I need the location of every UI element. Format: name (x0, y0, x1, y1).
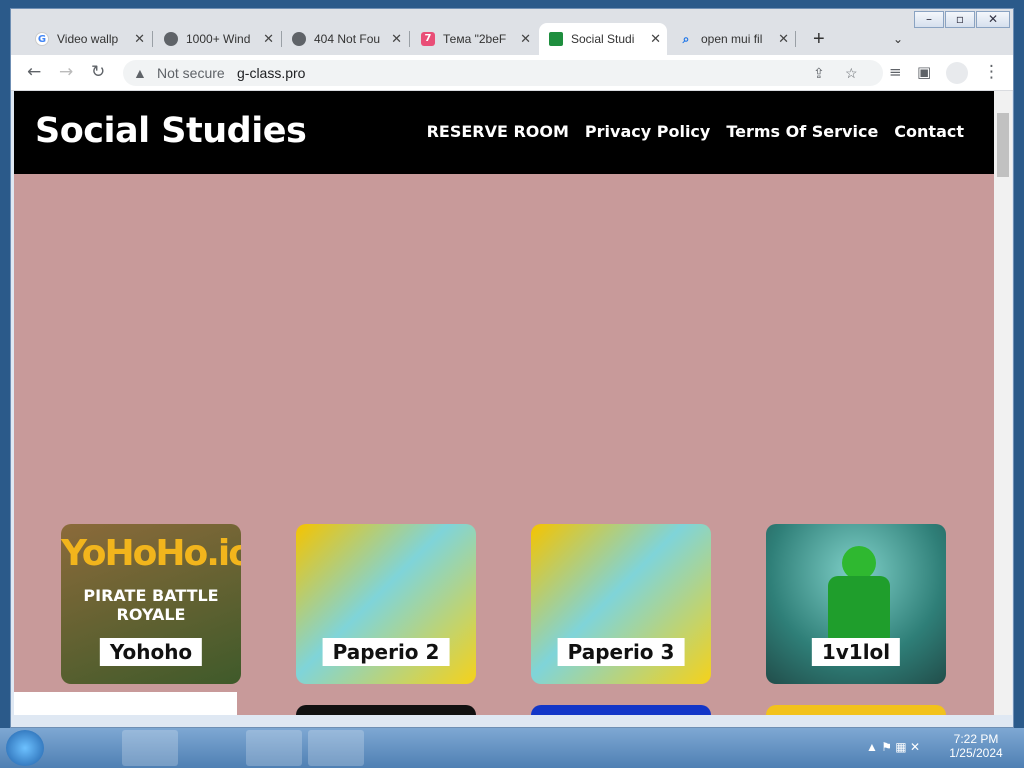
taskbar: ▲ ⚑ ▦ ✕ 7:22 PM 1/25/2024 (0, 728, 1024, 768)
tab-open-mui[interactable]: ⌕ open mui fil ✕ (669, 23, 795, 55)
game-card-partial[interactable] (296, 705, 476, 715)
close-window-icon[interactable]: ✕ (976, 11, 1010, 28)
game-card-yohoho[interactable]: YoHoHo.io PIRATE BATTLE ROYALE Yohoho (61, 524, 241, 684)
nav-contact[interactable]: Contact (894, 122, 964, 141)
close-tab-icon[interactable]: ✕ (391, 31, 402, 47)
site-header: Social Studies RESERVE ROOM Privacy Poli… (14, 91, 994, 174)
tab-strip: – ▫ ✕ G Video wallp ✕ 1000+ Wind ✕ 404 Not … (11, 9, 1013, 55)
game-card-partial[interactable] (531, 705, 711, 715)
game-card-label: Paperio 3 (557, 638, 685, 666)
chrome-icon[interactable] (246, 730, 302, 766)
nav-terms-of-service[interactable]: Terms Of Service (726, 122, 878, 141)
tab-search-icon[interactable]: ≡ (889, 63, 902, 81)
start-button[interactable] (6, 730, 44, 766)
menu-icon[interactable]: ⋮ (983, 63, 1000, 81)
back-icon[interactable]: ← (27, 63, 41, 81)
browser-window: – ▫ ✕ G Video wallp ✕ 1000+ Wind ✕ 404 Not … (10, 8, 1014, 728)
ie-icon[interactable] (64, 730, 120, 766)
media-player-icon[interactable] (182, 730, 238, 766)
search-icon: ⌕ (682, 32, 690, 46)
tab-social-studies[interactable]: Social Studi ✕ (539, 23, 667, 55)
overlay-panel (14, 692, 237, 715)
reload-icon[interactable]: ↻ (91, 63, 105, 81)
classroom-icon (549, 32, 563, 46)
card-art-text: YoHoHo.io (61, 533, 241, 574)
close-tab-icon[interactable]: ✕ (520, 31, 531, 47)
web-page: Social Studies RESERVE ROOM Privacy Poli… (14, 91, 994, 715)
game-card-paperio-2[interactable]: Paperio 2 (296, 524, 476, 684)
game-card-1v1lol[interactable]: 1v1lol (766, 524, 946, 684)
nav-reserve-room[interactable]: RESERVE ROOM (427, 122, 569, 141)
scrollbar[interactable] (994, 91, 1012, 715)
close-tab-icon[interactable]: ✕ (134, 31, 145, 47)
tab-404[interactable]: 404 Not Fou ✕ (282, 23, 408, 55)
address-bar[interactable]: ▲ Not secure g-class.pro ⇪ ☆ (123, 60, 883, 86)
nav-privacy-policy[interactable]: Privacy Policy (585, 122, 710, 141)
chevron-down-icon[interactable]: ⌄ (883, 23, 909, 55)
close-tab-icon[interactable]: ✕ (263, 31, 274, 47)
site-nav: RESERVE ROOM Privacy Policy Terms Of Ser… (427, 122, 964, 141)
tab-2bef[interactable]: 7 Тема "2beF ✕ (411, 23, 537, 55)
share-icon[interactable]: ⇪ (813, 60, 825, 86)
warning-icon: ▲ (133, 65, 147, 81)
forward-icon[interactable]: → (59, 63, 73, 81)
site-brand[interactable]: Social Studies (35, 111, 307, 151)
game-card-label: Paperio 2 (322, 638, 450, 666)
card-art-subtext: PIRATE BATTLE ROYALE (83, 586, 219, 624)
game-card-paperio-3[interactable]: Paperio 3 (531, 524, 711, 684)
minimize-icon[interactable]: – (914, 11, 944, 28)
google-icon: G (35, 32, 49, 46)
game-card-partial[interactable] (766, 705, 946, 715)
image-viewer-icon[interactable] (308, 730, 364, 766)
tab-wind[interactable]: 1000+ Wind ✕ (154, 23, 280, 55)
explorer-icon[interactable] (122, 730, 178, 766)
url-text[interactable]: g-class.pro (237, 60, 305, 86)
tray-icons[interactable]: ▲ ⚑ ▦ ✕ (866, 740, 920, 754)
globe-icon (164, 32, 178, 46)
tab-video-wallpaper[interactable]: G Video wallp ✕ (25, 23, 151, 55)
close-tab-icon[interactable]: ✕ (650, 31, 661, 47)
game-card-label: Yohoho (99, 638, 203, 666)
bookmark-star-icon[interactable]: ☆ (845, 60, 858, 86)
2bef-icon: 7 (421, 32, 435, 46)
game-card-label: 1v1lol (811, 638, 901, 666)
security-label: Not secure (157, 65, 225, 81)
side-panel-icon[interactable]: ▣ (917, 63, 931, 81)
new-tab-icon[interactable]: + (803, 23, 831, 55)
close-tab-icon[interactable]: ✕ (778, 31, 789, 47)
clock[interactable]: 7:22 PM 1/25/2024 (944, 732, 1008, 760)
scrollbar-thumb[interactable] (997, 113, 1009, 177)
maximize-icon[interactable]: ▫ (945, 11, 975, 28)
globe-icon (292, 32, 306, 46)
browser-toolbar: ← → ↻ ▲ Not secure g-class.pro ⇪ ☆ ≡ ▣ ⋮ (11, 55, 1013, 91)
profile-icon[interactable] (946, 62, 968, 84)
